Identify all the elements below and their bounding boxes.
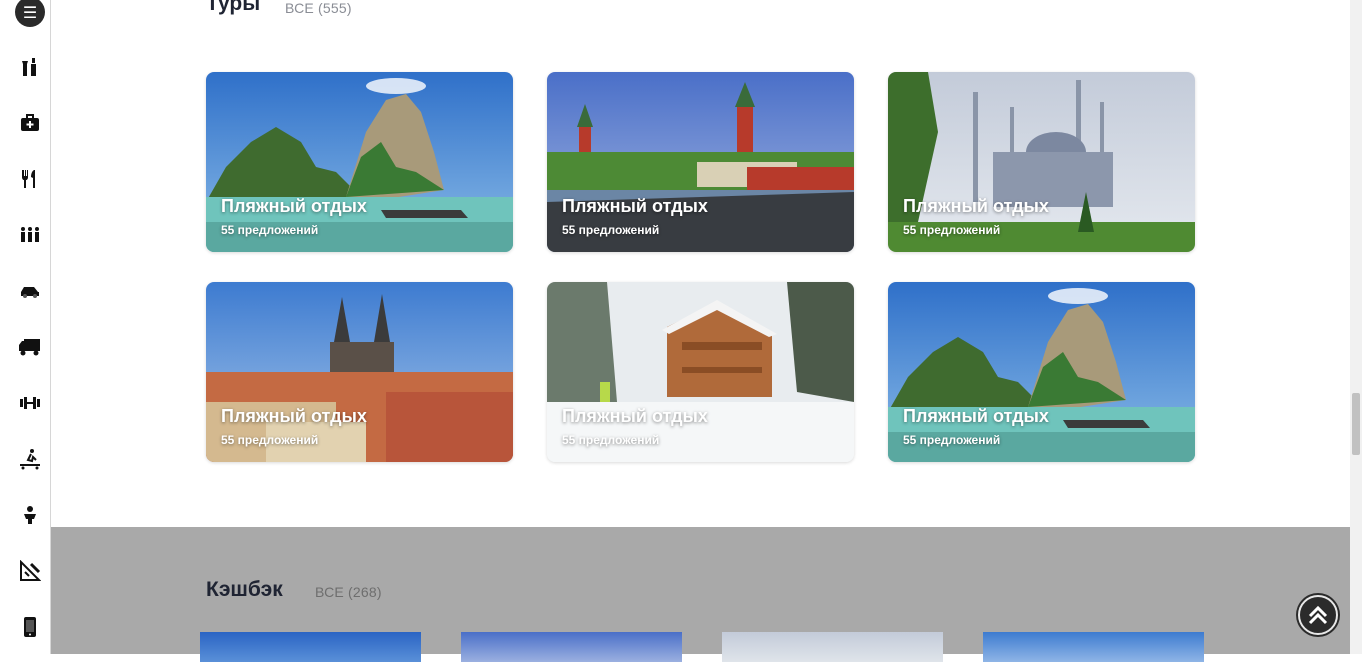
tour-card[interactable]: Пляжный отдых 55 предложений	[547, 72, 854, 252]
tour-card[interactable]: Пляжный отдых 55 предложений	[547, 282, 854, 462]
card-title: Пляжный отдых	[903, 196, 1049, 216]
people-icon[interactable]	[17, 222, 43, 248]
card-title: Пляжный отдых	[903, 406, 1049, 426]
tour-card[interactable]: Пляжный отдых 55 предложений	[888, 282, 1195, 462]
bottles-icon[interactable]	[17, 54, 43, 80]
fork-knife-icon[interactable]	[17, 166, 43, 192]
card-title: Пляжный отдых	[562, 406, 708, 426]
card-title: Пляжный отдых	[221, 196, 367, 216]
tour-card[interactable]: Пляжный отдых 55 предложений	[206, 72, 513, 252]
card-subtitle: 55 предложений	[562, 223, 660, 237]
tour-card[interactable]: Пляжный отдых 55 предложений	[888, 72, 1195, 252]
card-subtitle: 55 предложений	[221, 433, 319, 447]
cashback-card[interactable]	[722, 632, 943, 662]
card-subtitle: 55 предложений	[562, 433, 660, 447]
dumbbell-icon[interactable]	[17, 390, 43, 416]
cashback-card[interactable]	[200, 632, 421, 662]
phone-icon[interactable]	[17, 614, 43, 640]
medical-kit-icon[interactable]	[17, 110, 43, 136]
card-title: Пляжный отдых	[562, 196, 708, 216]
menu-icon[interactable]: ☰	[15, 0, 45, 27]
child-icon[interactable]	[17, 502, 43, 528]
truck-icon[interactable]	[17, 334, 43, 360]
card-subtitle: 55 предложений	[221, 223, 319, 237]
card-title: Пляжный отдых	[221, 406, 367, 426]
cashback-all-link[interactable]: ВСЕ (268)	[315, 584, 382, 600]
cashback-card[interactable]	[983, 632, 1204, 662]
car-icon[interactable]	[17, 278, 43, 304]
tours-all-link[interactable]: ВСЕ (555)	[285, 0, 352, 16]
tours-title: Туры	[206, 0, 261, 15]
double-chevron-up-icon	[1308, 605, 1328, 625]
scrollbar[interactable]	[1350, 0, 1362, 654]
cashback-title: Кэшбэк	[206, 578, 283, 601]
scrollbar-thumb[interactable]	[1352, 393, 1360, 455]
card-subtitle: 55 предложений	[903, 433, 1001, 447]
cashback-card[interactable]	[461, 632, 682, 662]
sidebar: ☰	[0, 0, 51, 654]
cleaning-icon[interactable]	[17, 446, 43, 472]
scroll-to-top-button[interactable]	[1298, 595, 1338, 635]
card-subtitle: 55 предложений	[903, 223, 1001, 237]
tour-card[interactable]: Пляжный отдых 55 предложений	[206, 282, 513, 462]
ruler-icon[interactable]	[17, 558, 43, 584]
